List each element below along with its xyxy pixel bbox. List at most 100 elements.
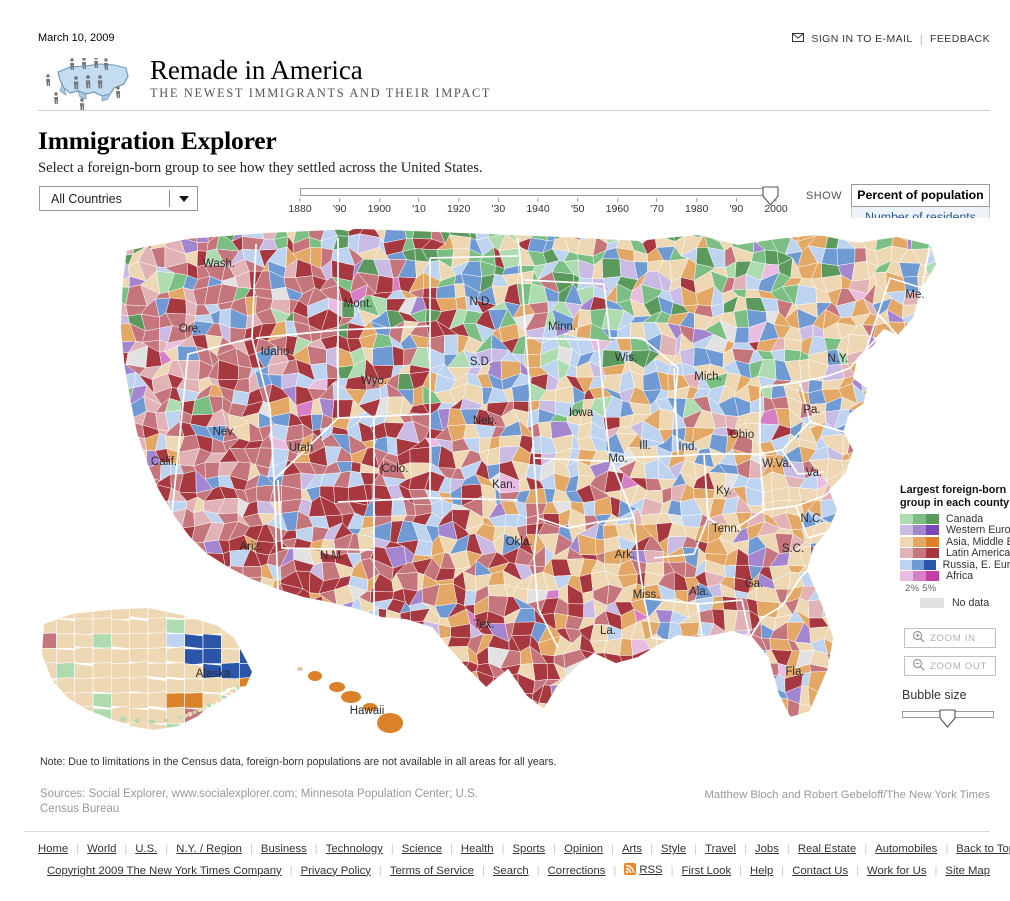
county[interactable] bbox=[454, 283, 466, 299]
county[interactable] bbox=[197, 241, 209, 252]
footer-link[interactable]: Home bbox=[38, 843, 68, 855]
county[interactable] bbox=[532, 663, 548, 682]
county[interactable] bbox=[92, 633, 112, 650]
county[interactable] bbox=[221, 648, 240, 665]
county[interactable] bbox=[166, 662, 185, 679]
county[interactable] bbox=[147, 631, 167, 650]
sign-in-to-email-link[interactable]: SIGN IN TO E-MAIL bbox=[811, 33, 912, 45]
county[interactable] bbox=[92, 693, 112, 709]
footer-link[interactable]: Science bbox=[402, 843, 442, 855]
county[interactable] bbox=[409, 446, 432, 464]
county[interactable] bbox=[386, 436, 398, 457]
footer-link[interactable]: Help bbox=[750, 865, 773, 877]
county[interactable] bbox=[74, 677, 94, 695]
county[interactable] bbox=[147, 678, 167, 694]
county[interactable] bbox=[619, 638, 634, 656]
county[interactable] bbox=[56, 618, 75, 635]
footer-link[interactable]: First Look bbox=[682, 865, 732, 877]
county[interactable] bbox=[583, 500, 596, 516]
timeline-tick[interactable]: 1900 bbox=[368, 198, 391, 215]
county[interactable] bbox=[184, 648, 204, 666]
county[interactable] bbox=[129, 660, 149, 679]
bubble-size-handle[interactable] bbox=[939, 709, 956, 728]
county[interactable] bbox=[658, 408, 675, 431]
timeline-tick[interactable]: '10 bbox=[412, 198, 426, 215]
county[interactable] bbox=[74, 646, 94, 664]
footer-link[interactable]: Jobs bbox=[755, 843, 779, 855]
county[interactable] bbox=[202, 648, 222, 664]
bubble-size-track[interactable] bbox=[902, 709, 994, 728]
county[interactable] bbox=[92, 661, 112, 679]
county[interactable] bbox=[331, 399, 354, 419]
footer-link[interactable]: Sports bbox=[513, 843, 546, 855]
county[interactable] bbox=[447, 636, 472, 648]
footer-link[interactable]: Work for Us bbox=[867, 865, 926, 877]
county[interactable] bbox=[111, 692, 130, 709]
footer-link[interactable]: Back to Top bbox=[956, 843, 1010, 855]
timeline-tick[interactable]: '70 bbox=[650, 198, 664, 215]
county[interactable] bbox=[724, 564, 737, 578]
footer-link[interactable]: Arts bbox=[622, 843, 642, 855]
county[interactable] bbox=[693, 488, 716, 499]
timeline-tick[interactable]: 1880 bbox=[288, 198, 312, 215]
county[interactable] bbox=[92, 617, 112, 636]
county[interactable] bbox=[166, 678, 185, 695]
county[interactable] bbox=[147, 646, 167, 664]
footer-link[interactable]: Contact Us bbox=[792, 865, 848, 877]
county[interactable] bbox=[733, 309, 750, 328]
county[interactable] bbox=[231, 390, 250, 406]
county[interactable] bbox=[721, 596, 738, 611]
county[interactable] bbox=[595, 538, 606, 556]
timeline-tick[interactable]: 1980 bbox=[685, 198, 708, 215]
county[interactable] bbox=[350, 461, 362, 473]
county[interactable] bbox=[528, 453, 543, 466]
footer-link[interactable]: Opinion bbox=[564, 843, 603, 855]
county[interactable] bbox=[166, 692, 185, 710]
county[interactable] bbox=[92, 676, 112, 694]
show-percent-of-population-button[interactable]: Percent of population bbox=[851, 184, 990, 207]
footer-link[interactable]: Health bbox=[461, 843, 494, 855]
county[interactable] bbox=[443, 334, 459, 355]
county[interactable] bbox=[184, 692, 204, 709]
footer-link[interactable]: Privacy Policy bbox=[301, 865, 371, 877]
county[interactable] bbox=[56, 633, 75, 650]
county[interactable] bbox=[56, 661, 75, 680]
county[interactable] bbox=[74, 663, 94, 679]
county[interactable] bbox=[202, 633, 222, 651]
county[interactable] bbox=[184, 618, 204, 636]
county[interactable] bbox=[602, 258, 622, 279]
footer-link[interactable]: U.S. bbox=[135, 843, 157, 855]
footer-link[interactable]: Site Map bbox=[945, 865, 990, 877]
county[interactable] bbox=[166, 618, 185, 635]
county[interactable] bbox=[898, 262, 921, 278]
county[interactable] bbox=[486, 447, 500, 466]
footer-link[interactable]: Corrections bbox=[548, 865, 606, 877]
county[interactable] bbox=[184, 633, 204, 650]
county[interactable] bbox=[372, 345, 394, 367]
footer-link[interactable]: World bbox=[87, 843, 116, 855]
county[interactable] bbox=[129, 675, 149, 694]
timeline-tick[interactable]: 2000 bbox=[764, 198, 788, 215]
footer-link[interactable]: Copyright 2009 The New York Times Compan… bbox=[47, 865, 282, 877]
county[interactable] bbox=[784, 349, 802, 362]
county[interactable] bbox=[111, 676, 130, 694]
timeline-tick[interactable]: '30 bbox=[491, 198, 505, 215]
timeline-tick[interactable]: '90 bbox=[729, 198, 743, 215]
county[interactable] bbox=[734, 327, 750, 344]
footer-link[interactable]: Technology bbox=[326, 843, 383, 855]
county[interactable] bbox=[111, 618, 130, 637]
county[interactable] bbox=[92, 647, 112, 664]
footer-link[interactable]: Real Estate bbox=[798, 843, 856, 855]
county[interactable] bbox=[111, 648, 130, 666]
timeline-track[interactable] bbox=[300, 188, 776, 196]
county[interactable] bbox=[184, 678, 204, 694]
zoom-out-button[interactable]: ZOOM OUT bbox=[904, 656, 996, 676]
feedback-link[interactable]: FEEDBACK bbox=[930, 33, 990, 45]
timeline-tick[interactable]: '90 bbox=[333, 198, 347, 215]
footer-link[interactable]: Search bbox=[493, 865, 529, 877]
county[interactable] bbox=[788, 486, 802, 501]
county[interactable] bbox=[111, 662, 130, 679]
county[interactable] bbox=[129, 692, 149, 710]
timeline-tick[interactable]: 1960 bbox=[606, 198, 629, 215]
county[interactable] bbox=[681, 514, 703, 528]
